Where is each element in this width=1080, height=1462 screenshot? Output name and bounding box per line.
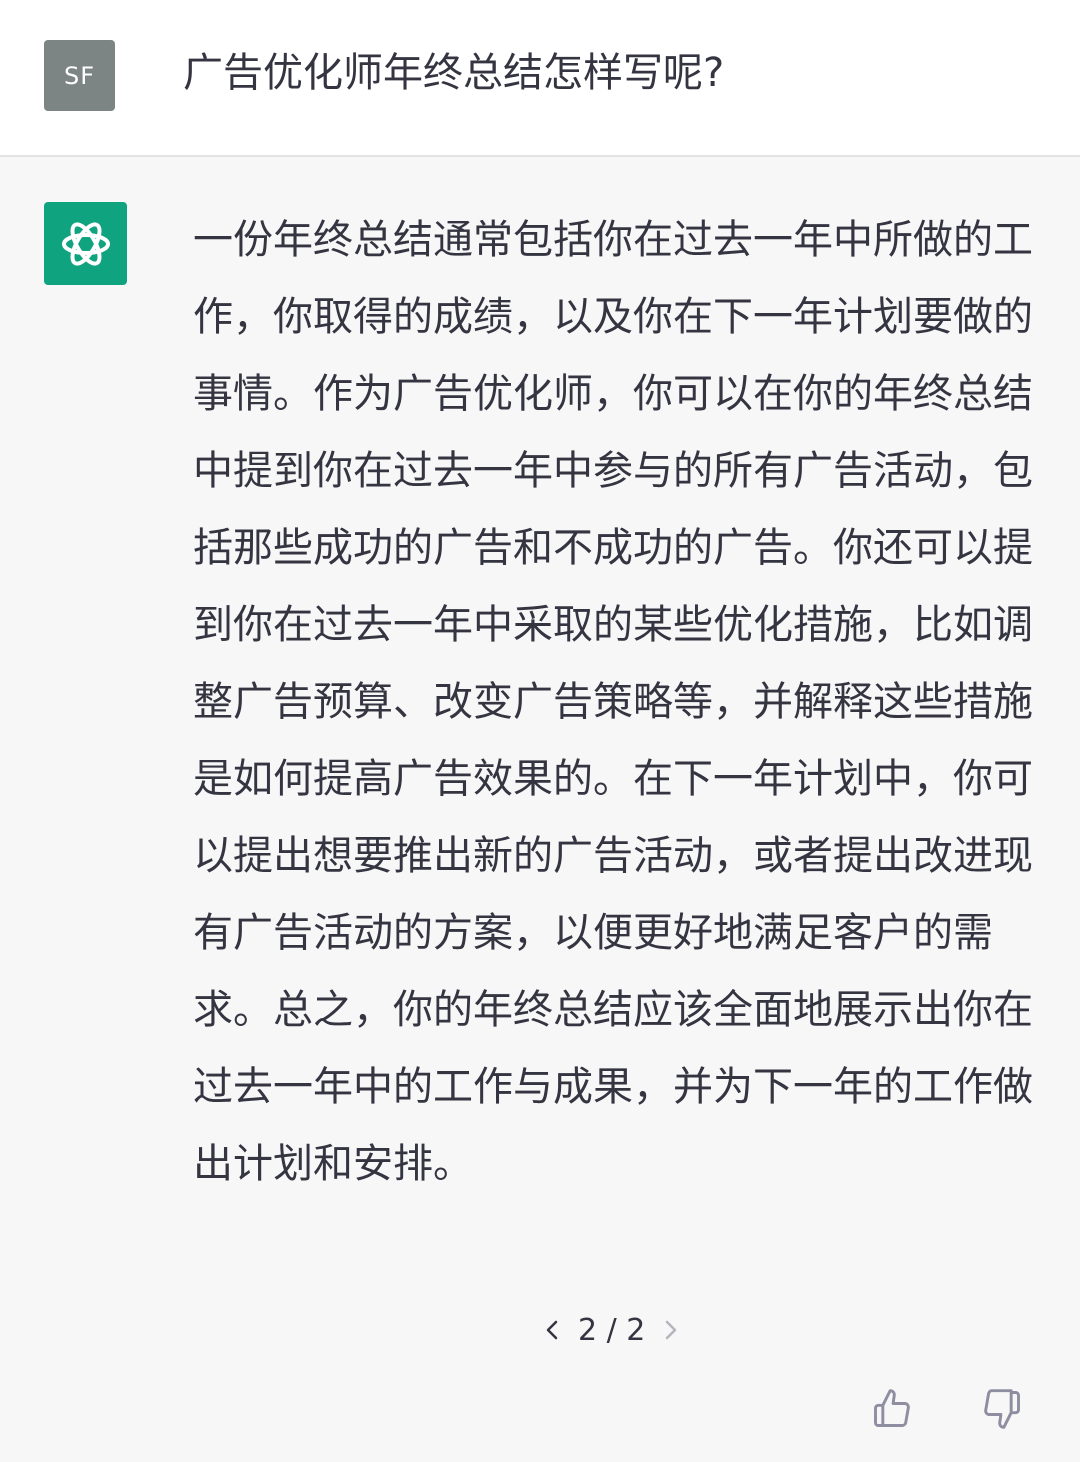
user-avatar: SF	[44, 40, 115, 111]
pager-label: 2 / 2	[578, 1312, 646, 1348]
thumbs-up-button[interactable]	[868, 1385, 916, 1433]
chevron-left-icon[interactable]	[538, 1310, 566, 1350]
thumbs-down-button[interactable]	[978, 1385, 1026, 1433]
chevron-right-icon[interactable]	[657, 1310, 685, 1350]
response-pager: 2 / 2	[538, 1310, 685, 1350]
assistant-message-text: 一份年终总结通常包括你在过去一年中所做的工作，你取得的成绩，以及你在下一年计划要…	[193, 217, 1033, 1187]
thumbs-up-icon	[874, 1389, 910, 1427]
assistant-avatar	[44, 202, 127, 285]
openai-logo-icon	[61, 221, 110, 266]
user-message-row: SF 广告优化师年终总结怎样写呢?	[0, 0, 1080, 157]
assistant-message-row: 一份年终总结通常包括你在过去一年中所做的工作，你取得的成绩，以及你在下一年计划要…	[0, 157, 1080, 1462]
user-message-text: 广告优化师年终总结怎样写呢?	[183, 50, 725, 96]
thumbs-down-icon	[984, 1389, 1020, 1429]
